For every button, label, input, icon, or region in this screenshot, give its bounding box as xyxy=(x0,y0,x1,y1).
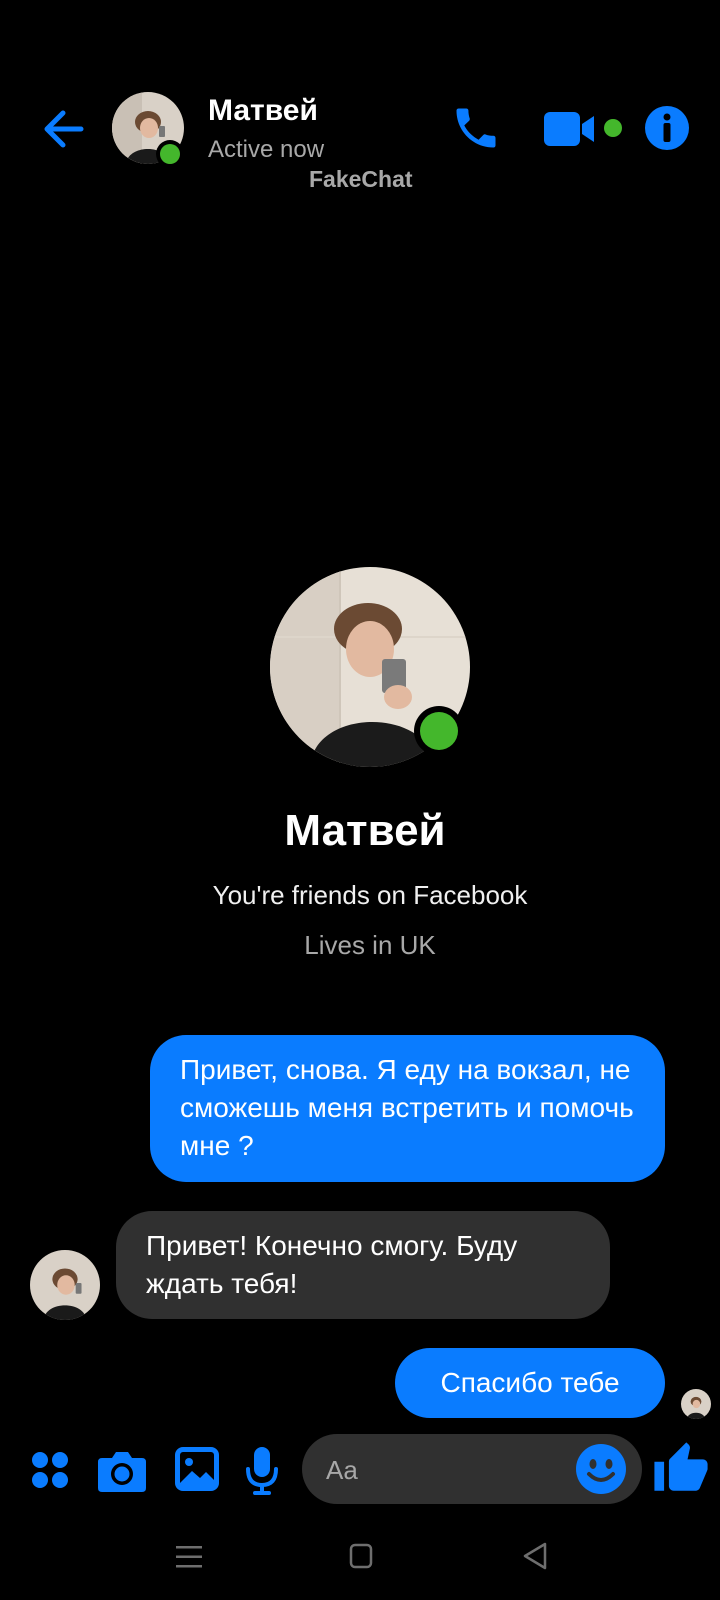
sender-avatar[interactable] xyxy=(30,1250,100,1320)
avatar-photo xyxy=(30,1250,100,1320)
gallery-button[interactable] xyxy=(175,1447,219,1491)
camera-button[interactable] xyxy=(98,1450,146,1492)
emoji-icon xyxy=(576,1444,626,1494)
video-call-button[interactable] xyxy=(544,108,604,150)
incoming-message[interactable]: Привет! Конечно смогу. Буду ждать тебя! xyxy=(116,1211,610,1319)
triangle-back-icon xyxy=(523,1542,547,1570)
contact-name[interactable]: Матвей xyxy=(208,94,318,128)
nav-home-button[interactable] xyxy=(349,1543,373,1569)
video-active-dot xyxy=(604,119,622,137)
info-button[interactable] xyxy=(645,106,689,150)
phone-icon xyxy=(456,108,496,148)
profile-name: Матвей xyxy=(284,806,446,855)
apps-grid-icon xyxy=(32,1452,68,1488)
online-indicator xyxy=(414,706,464,756)
emoji-button[interactable] xyxy=(576,1444,626,1494)
home-square-icon xyxy=(349,1543,373,1569)
arrow-left-icon xyxy=(44,110,84,148)
menu-icon xyxy=(176,1546,202,1568)
info-icon xyxy=(645,106,689,150)
gallery-icon xyxy=(175,1447,219,1491)
friends-text: You're friends on Facebook xyxy=(212,880,528,910)
microphone-button[interactable] xyxy=(245,1447,279,1495)
nav-menu-button[interactable] xyxy=(174,1543,204,1571)
audio-call-button[interactable] xyxy=(450,102,502,154)
location-text: Lives in UK xyxy=(304,930,436,960)
nav-back-button[interactable] xyxy=(522,1541,548,1571)
video-camera-icon xyxy=(544,112,594,146)
apps-button[interactable] xyxy=(30,1450,70,1490)
outgoing-message[interactable]: Привет, снова. Я еду на вокзал, не сможе… xyxy=(150,1035,665,1182)
avatar-photo xyxy=(681,1389,711,1419)
message-input[interactable] xyxy=(324,1434,568,1506)
seen-receipt-avatar xyxy=(681,1389,711,1419)
like-button[interactable] xyxy=(652,1440,710,1498)
online-indicator xyxy=(156,140,184,168)
thumbs-up-icon xyxy=(654,1442,708,1491)
microphone-icon xyxy=(246,1447,278,1495)
outgoing-message[interactable]: Спасибо тебе xyxy=(395,1348,665,1418)
active-status: Active now xyxy=(208,136,325,163)
camera-icon xyxy=(98,1452,146,1492)
watermark: FakeChat xyxy=(309,166,413,192)
back-button[interactable] xyxy=(38,104,88,154)
